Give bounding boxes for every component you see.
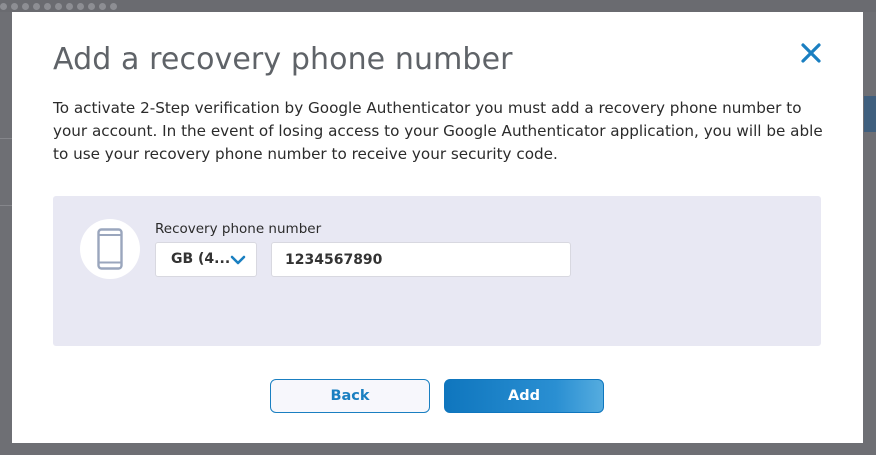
recovery-phone-dialog: Add a recovery phone number To activate … (12, 12, 863, 443)
background-accent-strip (864, 96, 876, 132)
close-icon (801, 43, 821, 63)
recovery-phone-label: Recovery phone number (155, 221, 322, 237)
country-code-select[interactable]: GB (4... (155, 242, 257, 277)
phone-number-input[interactable] (271, 242, 571, 277)
phone-icon-circle (80, 219, 140, 279)
dialog-description: To activate 2-Step verification by Googl… (53, 99, 823, 163)
dialog-title: Add a recovery phone number (53, 42, 513, 77)
background-divider (0, 138, 12, 139)
close-button[interactable] (796, 38, 826, 68)
chevron-down-icon (230, 255, 246, 265)
recovery-phone-form: Recovery phone number GB (4... (53, 196, 821, 346)
country-code-value: GB (4... (171, 251, 231, 267)
back-button[interactable]: Back (270, 379, 430, 413)
background-divider (0, 205, 12, 206)
add-button[interactable]: Add (444, 379, 604, 413)
background-topbar (0, 0, 876, 12)
mobile-phone-icon (97, 228, 123, 270)
background-window-dots (0, 3, 117, 10)
